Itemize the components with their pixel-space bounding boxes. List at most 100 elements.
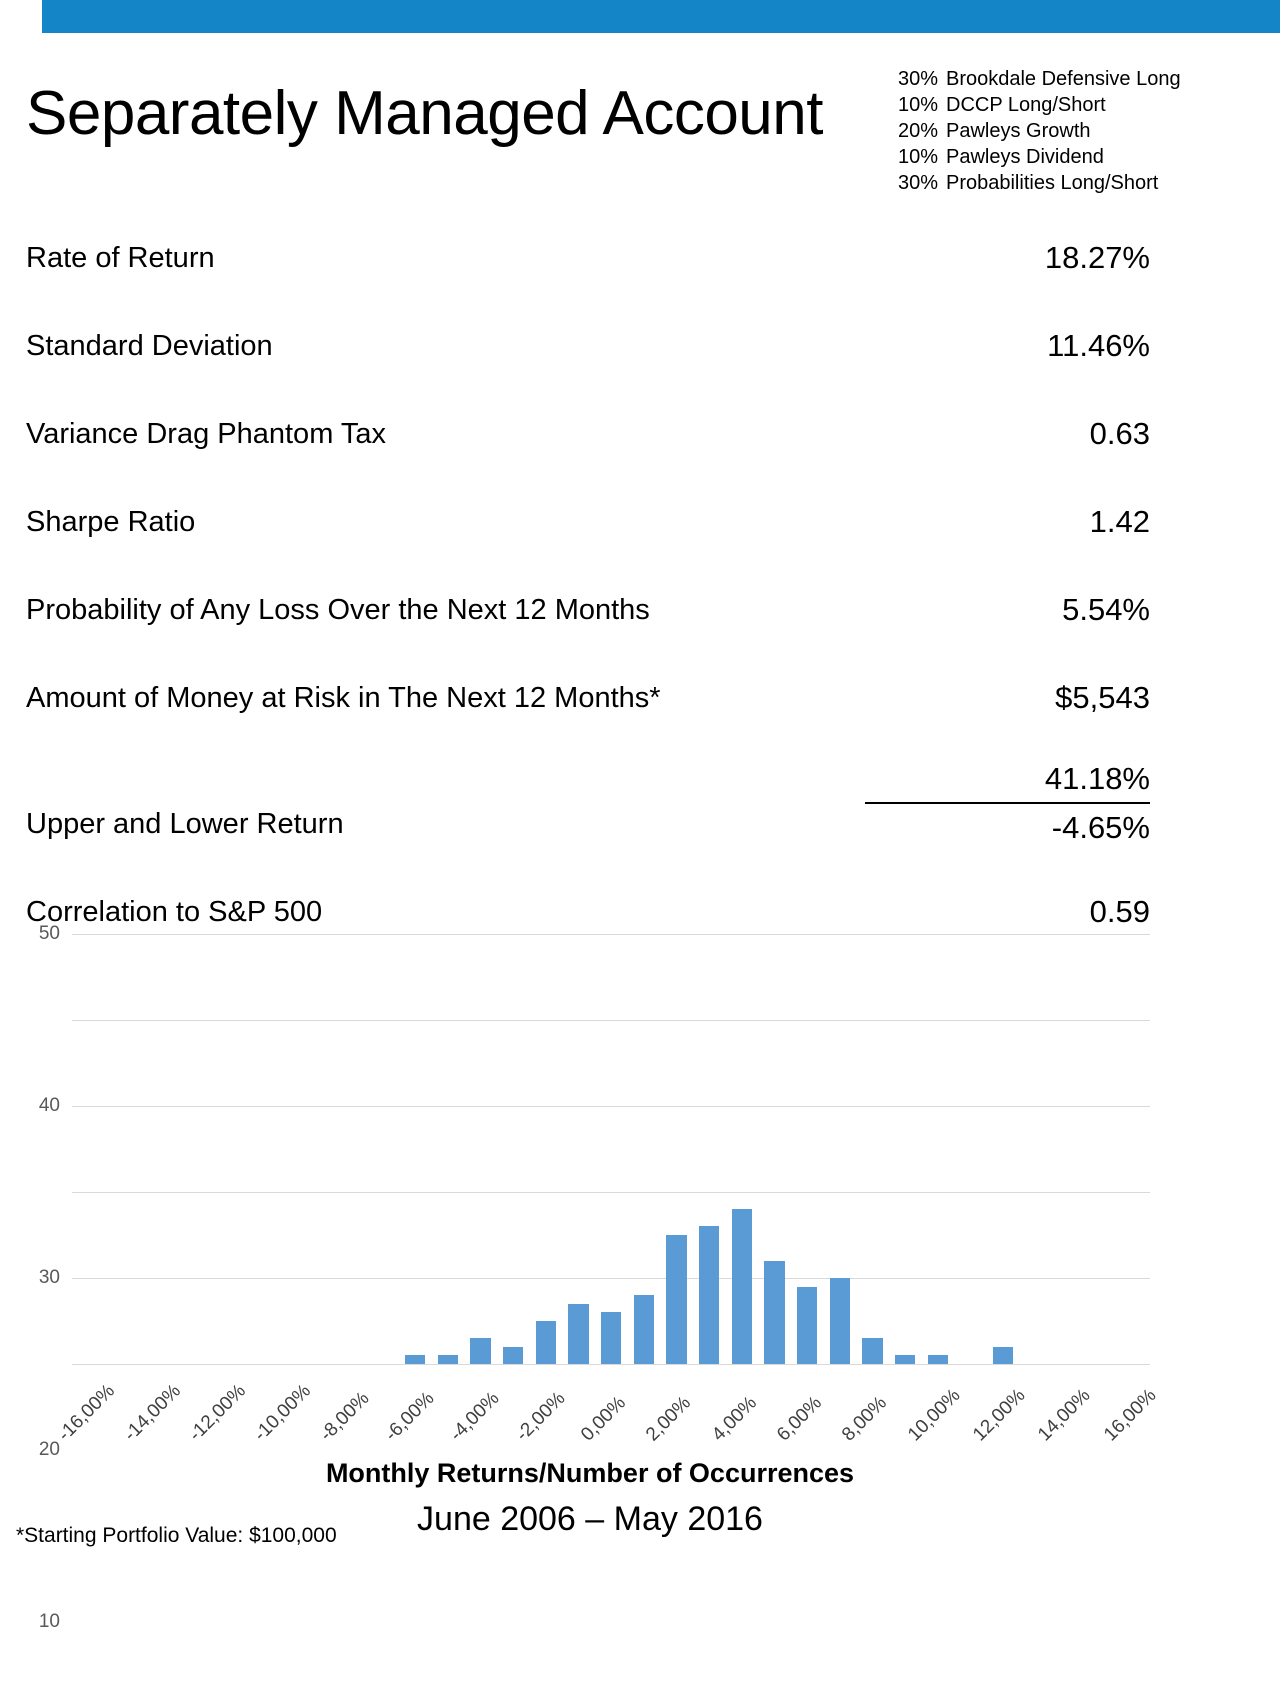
histogram-bar xyxy=(731,1209,752,1364)
stat-label: Upper and Lower Return xyxy=(26,808,344,840)
stat-label: Standard Deviation xyxy=(26,330,273,362)
bar-slot xyxy=(954,934,987,1364)
bar-slot xyxy=(660,934,693,1364)
bar-slot xyxy=(529,934,562,1364)
histogram-bar xyxy=(796,1286,818,1364)
x-axis-slot: -10,00% xyxy=(250,1370,315,1456)
allocation-percent: 20% xyxy=(898,120,939,142)
bar-slot xyxy=(1118,934,1151,1364)
table-row: Sharpe Ratio 1.42 xyxy=(26,494,1150,582)
allocation-name: Pawleys Dividend xyxy=(946,146,1104,168)
stat-value: 18.27% xyxy=(1044,240,1150,275)
upper-lower-fraction: 41.18% -4.65% xyxy=(865,758,1150,849)
bar-slot xyxy=(399,934,432,1364)
y-axis-tick-label: 40 xyxy=(38,1095,60,1116)
bar-slot xyxy=(758,934,791,1364)
header-accent-bar xyxy=(42,0,1280,33)
stat-value: 11.46% xyxy=(1047,328,1150,363)
histogram-bar xyxy=(862,1338,883,1364)
table-row: Probability of Any Loss Over the Next 12… xyxy=(26,582,1150,670)
histogram-bar xyxy=(470,1338,491,1364)
bar-slot xyxy=(137,934,170,1364)
x-axis-slot: 2,00% xyxy=(642,1370,695,1456)
bar-slot xyxy=(889,934,922,1364)
x-axis-slot: -8,00% xyxy=(316,1370,373,1456)
table-row: Variance Drag Phantom Tax 0.63 xyxy=(26,406,1150,494)
table-row: Amount of Money at Risk in The Next 12 M… xyxy=(26,670,1150,758)
allocation-item: 20% Pawleys Growth xyxy=(898,118,1280,144)
allocation-name: Probabilities Long/Short xyxy=(946,172,1159,194)
x-axis-slot: -4,00% xyxy=(446,1370,503,1456)
stat-value: 1.42 xyxy=(1089,504,1150,539)
histogram-bar xyxy=(502,1346,524,1364)
histogram-bar xyxy=(535,1321,556,1364)
bar-slot xyxy=(856,934,889,1364)
x-axis-slot: 4,00% xyxy=(708,1370,761,1456)
bar-slot xyxy=(235,934,268,1364)
bar-slot xyxy=(562,934,595,1364)
plot-area: 01020304050 xyxy=(39,923,1150,1632)
bar-slot xyxy=(333,934,366,1364)
footnote: *Starting Portfolio Value: $100,000 xyxy=(16,1524,337,1547)
bar-series xyxy=(72,934,1150,1364)
histogram-bar xyxy=(568,1303,589,1364)
bar-slot xyxy=(693,934,726,1364)
x-axis-slot: 10,00% xyxy=(904,1370,964,1456)
bar-slot xyxy=(170,934,203,1364)
histogram-bar xyxy=(927,1355,948,1364)
lower-return-value: -4.65% xyxy=(1051,810,1150,845)
page-title: Separately Managed Account xyxy=(26,79,824,148)
x-axis-slot: -16,00% xyxy=(54,1370,119,1456)
x-axis-labels: -16,00% -14,00% -12,00% -10,00% -8,00% -6,00%… xyxy=(54,1370,1160,1456)
x-axis-slot: 14,00% xyxy=(1035,1370,1095,1456)
bar-slot xyxy=(497,934,530,1364)
stat-value: 0.63 xyxy=(1089,416,1150,451)
bar-slot xyxy=(1019,934,1052,1364)
allocation-percent: 30% xyxy=(898,68,939,90)
histogram-bar xyxy=(895,1355,916,1364)
axis-title: Monthly Returns/Number of Occurrences xyxy=(325,1458,855,1488)
allocation-name: Pawleys Growth xyxy=(946,120,1091,142)
allocation-item: 10% DCCP Long/Short xyxy=(898,92,1280,118)
stat-label: Rate of Return xyxy=(26,242,215,274)
bar-slot xyxy=(203,934,236,1364)
x-axis-slot: -2,00% xyxy=(512,1370,569,1456)
x-axis-slot: 6,00% xyxy=(773,1370,826,1456)
histogram-bar xyxy=(993,1346,1014,1364)
stat-value: 5.54% xyxy=(1062,592,1150,627)
stat-label: Probability of Any Loss Over the Next 12… xyxy=(26,594,650,626)
bar-slot xyxy=(725,934,758,1364)
table-row-upper-lower-return: Upper and Lower Return 41.18% -4.65% xyxy=(26,758,1150,884)
bar-slot xyxy=(1052,934,1085,1364)
bar-slot xyxy=(431,934,464,1364)
histogram-bar xyxy=(633,1295,654,1364)
bar-slot xyxy=(595,934,628,1364)
histogram-bar xyxy=(764,1260,785,1364)
histogram-bar xyxy=(666,1235,687,1364)
bar-slot xyxy=(791,934,824,1364)
x-axis-slot: 16,00% xyxy=(1100,1370,1160,1456)
histogram-bar xyxy=(698,1226,720,1364)
x-axis-slot: 8,00% xyxy=(839,1370,892,1456)
bar-slot xyxy=(1085,934,1118,1364)
allocation-item: 30% Probabilities Long/Short xyxy=(898,170,1280,196)
bar-slot xyxy=(301,934,334,1364)
x-axis-slot: -14,00% xyxy=(120,1370,185,1456)
y-axis-tick-label: 50 xyxy=(38,923,60,944)
bar-slot xyxy=(823,934,856,1364)
bar-slot xyxy=(105,934,138,1364)
bar-slot xyxy=(921,934,954,1364)
bar-slot xyxy=(464,934,497,1364)
gridline: 0 xyxy=(72,1364,1150,1365)
stats-table: Rate of Return 18.27% Standard Deviation… xyxy=(26,230,1150,972)
stat-label: Sharpe Ratio xyxy=(26,506,196,538)
x-axis-slot: 12,00% xyxy=(969,1370,1029,1456)
stat-label: Variance Drag Phantom Tax xyxy=(26,418,387,450)
stat-label: Amount of Money at Risk in The Next 12 M… xyxy=(26,682,661,714)
allocation-percent: 10% xyxy=(898,94,939,116)
bar-slot xyxy=(72,934,105,1364)
allocation-name: Brookdale Defensive Long xyxy=(946,68,1181,90)
histogram-chart: 01020304050 -16,00%-14,00%-12,00%-10,00%… xyxy=(0,920,1180,1632)
histogram-bar xyxy=(600,1312,622,1364)
bar-slot xyxy=(627,934,660,1364)
